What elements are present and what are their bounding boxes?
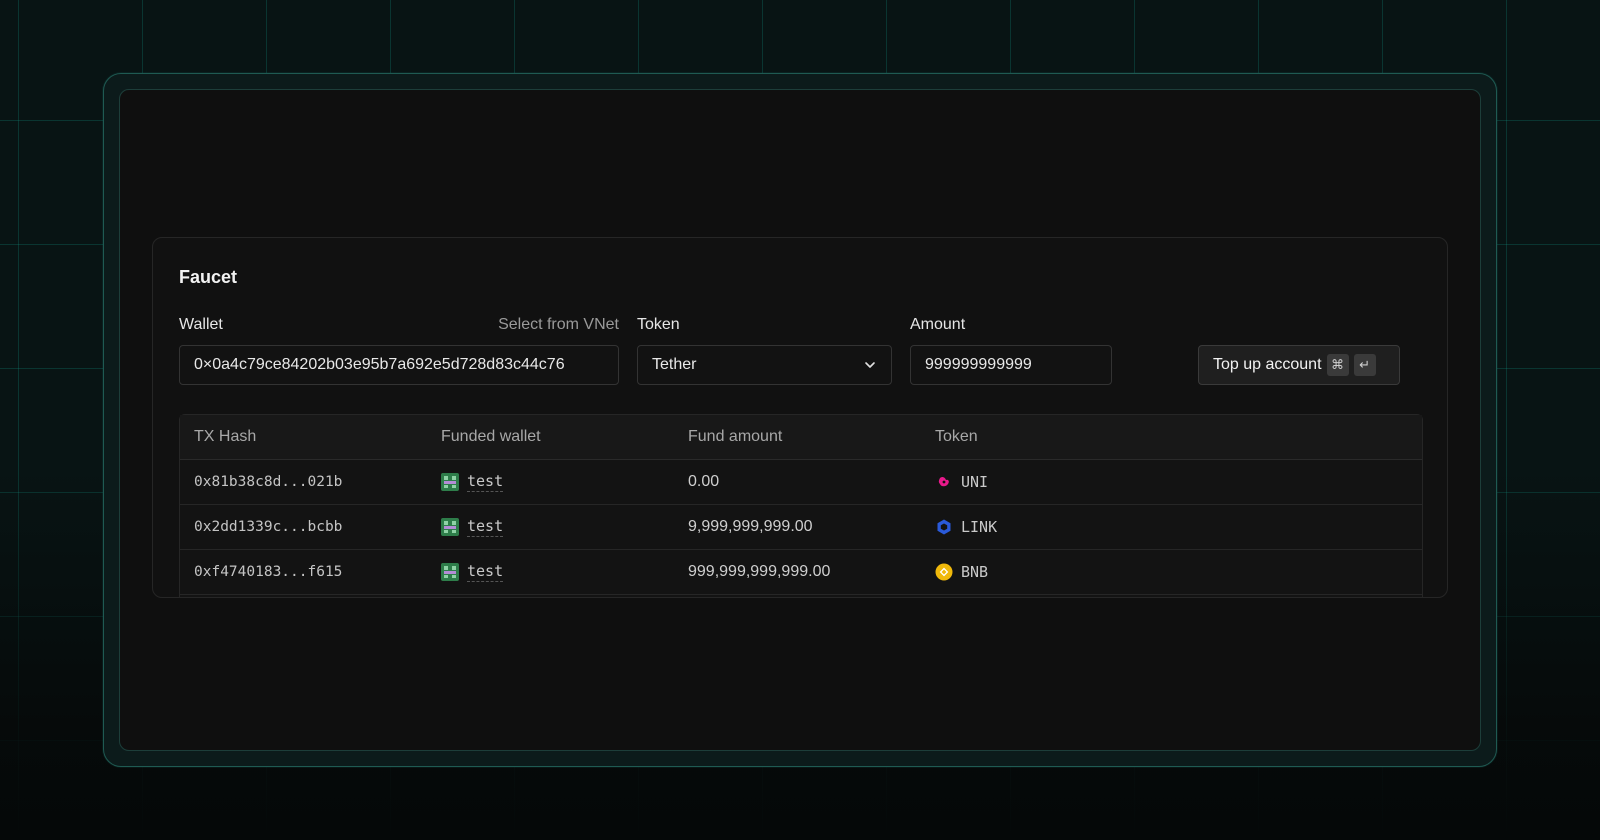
token-cell: UNI [935, 473, 988, 491]
window-frame: Faucet Wallet Select from VNet Token Tet… [103, 73, 1497, 767]
app-screen: Faucet Wallet Select from VNet Token Tet… [119, 89, 1481, 751]
funded-wallet: test [441, 562, 504, 582]
wallet-avatar-icon [441, 563, 459, 581]
column-header-tx-hash: TX Hash [194, 428, 257, 445]
table-header: TX Hash Funded wallet Fund amount Token [180, 415, 1422, 460]
faucet-title: Faucet [179, 267, 238, 287]
enter-key-icon: ↵ [1353, 354, 1376, 376]
table-row: 0x81b38c8d...021b test 0.00 UNI [180, 460, 1422, 505]
uni-icon [938, 476, 949, 487]
token-label: Token [637, 316, 680, 333]
table-row: 0x2dd1339c...bcbb test 9,999,999,999.00 [180, 505, 1422, 550]
wallet-link[interactable]: test [467, 562, 504, 582]
amount-label: Amount [910, 316, 966, 333]
token-select[interactable]: Tether [637, 345, 892, 385]
token-cell: BNB [935, 563, 988, 581]
faucet-card: Faucet Wallet Select from VNet Token Tet… [152, 237, 1448, 598]
token-name: UNI [961, 473, 989, 491]
token-name: LINK [961, 518, 998, 536]
wallet-avatar-icon [441, 518, 459, 536]
tx-hash: 0x81b38c8d...021b [194, 474, 343, 490]
column-header-token: Token [935, 428, 978, 445]
top-up-account-button[interactable]: Top up account ⌘ ↵ [1198, 345, 1400, 385]
amount-field [910, 345, 1112, 385]
column-header-funded-wallet: Funded wallet [441, 428, 541, 445]
link-icon [937, 519, 951, 535]
token-cell: LINK [935, 518, 997, 536]
token-name: BNB [961, 563, 989, 581]
tx-hash: 0x2dd1339c...bcbb [194, 519, 343, 535]
cmd-key-icon: ⌘ [1326, 354, 1349, 376]
amount-input[interactable] [925, 356, 1097, 374]
fund-amount: 999,999,999,999.00 [688, 563, 831, 580]
chevron-down-icon [865, 362, 875, 368]
table-row: 0xf4740183...f615 test 999,999,999,999.0… [180, 550, 1422, 595]
wallet-label: Wallet [179, 316, 223, 333]
funded-wallet: test [441, 517, 504, 537]
tx-hash: 0xf4740183...f615 [194, 564, 343, 580]
funded-wallet: test [441, 472, 504, 492]
wallet-avatar-icon [441, 473, 459, 491]
wallet-input[interactable] [194, 356, 604, 374]
select-from-vnet-link[interactable]: Select from VNet [497, 316, 619, 334]
transactions-table: TX Hash Funded wallet Fund amount Token … [179, 414, 1423, 597]
wallet-link[interactable]: test [467, 517, 504, 537]
fund-amount: 0.00 [688, 473, 720, 490]
token-select-value: Tether [652, 356, 697, 373]
column-header-fund-amount: Fund amount [688, 428, 783, 445]
wallet-field [179, 345, 619, 385]
top-up-account-label: Top up account [1213, 356, 1322, 373]
fund-amount: 9,999,999,999.00 [688, 518, 813, 535]
bnb-icon [935, 563, 953, 581]
wallet-link[interactable]: test [467, 472, 504, 492]
